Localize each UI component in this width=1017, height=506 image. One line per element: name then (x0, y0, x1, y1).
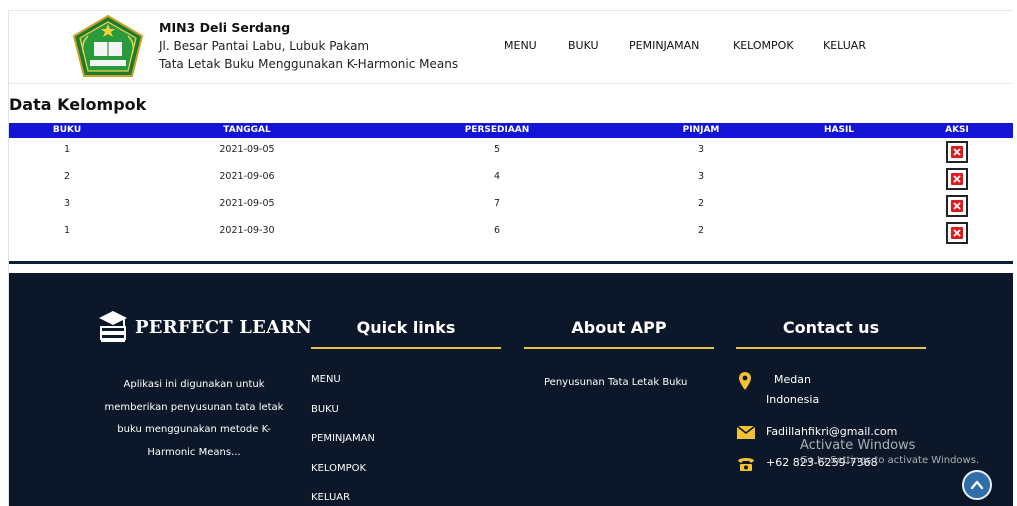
cell-persediaan: 4 (493, 171, 501, 182)
cell-pinjam: 2 (697, 198, 705, 209)
table-row: 1 2021-09-30 6 2 (9, 219, 1013, 246)
footer-link-peminjaman[interactable]: PEMINJAMAN (311, 433, 375, 444)
cell-tanggal: 2021-09-06 (219, 171, 275, 182)
location-pin-icon (739, 372, 751, 390)
cell-tanggal: 2021-09-30 (219, 225, 275, 236)
location-country: Indonesia (766, 393, 820, 406)
delete-icon (951, 146, 963, 158)
description-line: Aplikasi ini digunakan untuk (123, 379, 265, 390)
email-icon (736, 425, 756, 439)
about-title: About APP (571, 318, 667, 337)
delete-button[interactable] (946, 195, 968, 217)
cell-persediaan: 5 (493, 144, 501, 155)
site-footer: PERFECT LEARN Aplikasi ini digunakan unt… (9, 273, 1013, 506)
location-city: Medan (774, 373, 811, 386)
delete-button[interactable] (946, 141, 968, 163)
school-name: MIN3 Deli Serdang (159, 20, 291, 35)
section-divider (9, 261, 1013, 264)
col-aksi: AKSI (945, 125, 969, 135)
delete-icon (951, 173, 963, 185)
footer-link-keluar[interactable]: KELUAR (311, 492, 350, 503)
school-logo (72, 14, 144, 77)
graduation-book-icon (99, 311, 127, 342)
school-address: Jl. Besar Pantai Labu, Lubuk Pakam (159, 39, 370, 53)
data-table: BUKU TANGGAL PERSEDIAAN PINJAM HASIL AKS… (9, 123, 1013, 246)
activate-subtitle: Go to Settings to activate Windows. (800, 455, 980, 466)
nav-peminjaman[interactable]: PEMINJAMAN (629, 39, 699, 52)
cell-tanggal: 2021-09-05 (219, 198, 275, 209)
cell-buku: 1 (63, 225, 71, 236)
table-header: BUKU TANGGAL PERSEDIAAN PINJAM HASIL AKS… (9, 123, 1013, 138)
nav-keluar[interactable]: KELUAR (823, 39, 866, 52)
footer-link-menu[interactable]: MENU (311, 374, 341, 385)
description-line: buku menggunakan metode K- (117, 424, 271, 435)
chevron-up-icon (970, 480, 984, 490)
col-hasil: HASIL (823, 125, 855, 135)
scroll-to-top-button[interactable] (962, 470, 992, 500)
cell-buku: 2 (63, 171, 71, 182)
nav-menu[interactable]: MENU (504, 39, 537, 52)
page-title: Data Kelompok (9, 95, 147, 114)
footer-link-buku[interactable]: BUKU (311, 404, 339, 415)
col-buku: BUKU (52, 125, 82, 135)
footer-link-kelompok[interactable]: KELOMPOK (311, 463, 366, 474)
about-text: Penyusunan Tata Letak Buku (544, 377, 688, 388)
delete-icon (951, 200, 963, 212)
footer-brand-name: PERFECT LEARN (135, 316, 313, 338)
cell-persediaan: 7 (493, 198, 501, 209)
table-row: 2 2021-09-06 4 3 (9, 165, 1013, 192)
col-persediaan: PERSEDIAAN (464, 125, 530, 135)
cell-pinjam: 3 (697, 144, 705, 155)
cell-pinjam: 2 (697, 225, 705, 236)
school-info: MIN3 Deli Serdang Jl. Besar Pantai Labu,… (159, 19, 458, 73)
footer-description: Aplikasi ini digunakan untuk memberikan … (94, 374, 294, 464)
cell-persediaan: 6 (493, 225, 501, 236)
col-tanggal: TANGGAL (223, 125, 271, 135)
col-pinjam: PINJAM (682, 125, 720, 135)
about-underline (524, 347, 714, 349)
description-line: Harmonic Means... (147, 446, 241, 458)
cell-buku: 1 (63, 144, 71, 155)
email-address: Fadillahfikri@gmail.com (766, 425, 898, 438)
table-row: 1 2021-09-05 5 3 (9, 138, 1013, 165)
activate-title: Activate Windows (800, 438, 916, 453)
windows-activation-watermark: Activate Windows Go to Settings to activ… (800, 438, 979, 468)
page: MIN3 Deli Serdang Jl. Besar Pantai Labu,… (8, 10, 1013, 506)
footer-brand: PERFECT LEARN (97, 309, 312, 345)
nav-kelompok[interactable]: KELOMPOK (733, 39, 794, 52)
quick-links-title: Quick links (356, 318, 456, 337)
delete-button[interactable] (946, 168, 968, 190)
delete-icon (951, 227, 963, 239)
site-subtitle: Tata Letak Buku Menggunakan K-Harmonic M… (159, 57, 459, 71)
delete-button[interactable] (946, 222, 968, 244)
contact-title: Contact us (782, 318, 880, 337)
nav-buku[interactable]: BUKU (568, 39, 599, 52)
cell-tanggal: 2021-09-05 (219, 144, 275, 155)
description-line: memberikan penyusunan tata letak (104, 401, 284, 413)
cell-buku: 3 (63, 198, 71, 209)
quick-links-underline (311, 347, 501, 349)
table-row: 3 2021-09-05 7 2 (9, 192, 1013, 219)
cell-pinjam: 3 (697, 171, 705, 182)
contact-underline (736, 347, 926, 349)
site-header: MIN3 Deli Serdang Jl. Besar Pantai Labu,… (9, 10, 1013, 84)
phone-icon (738, 458, 754, 471)
